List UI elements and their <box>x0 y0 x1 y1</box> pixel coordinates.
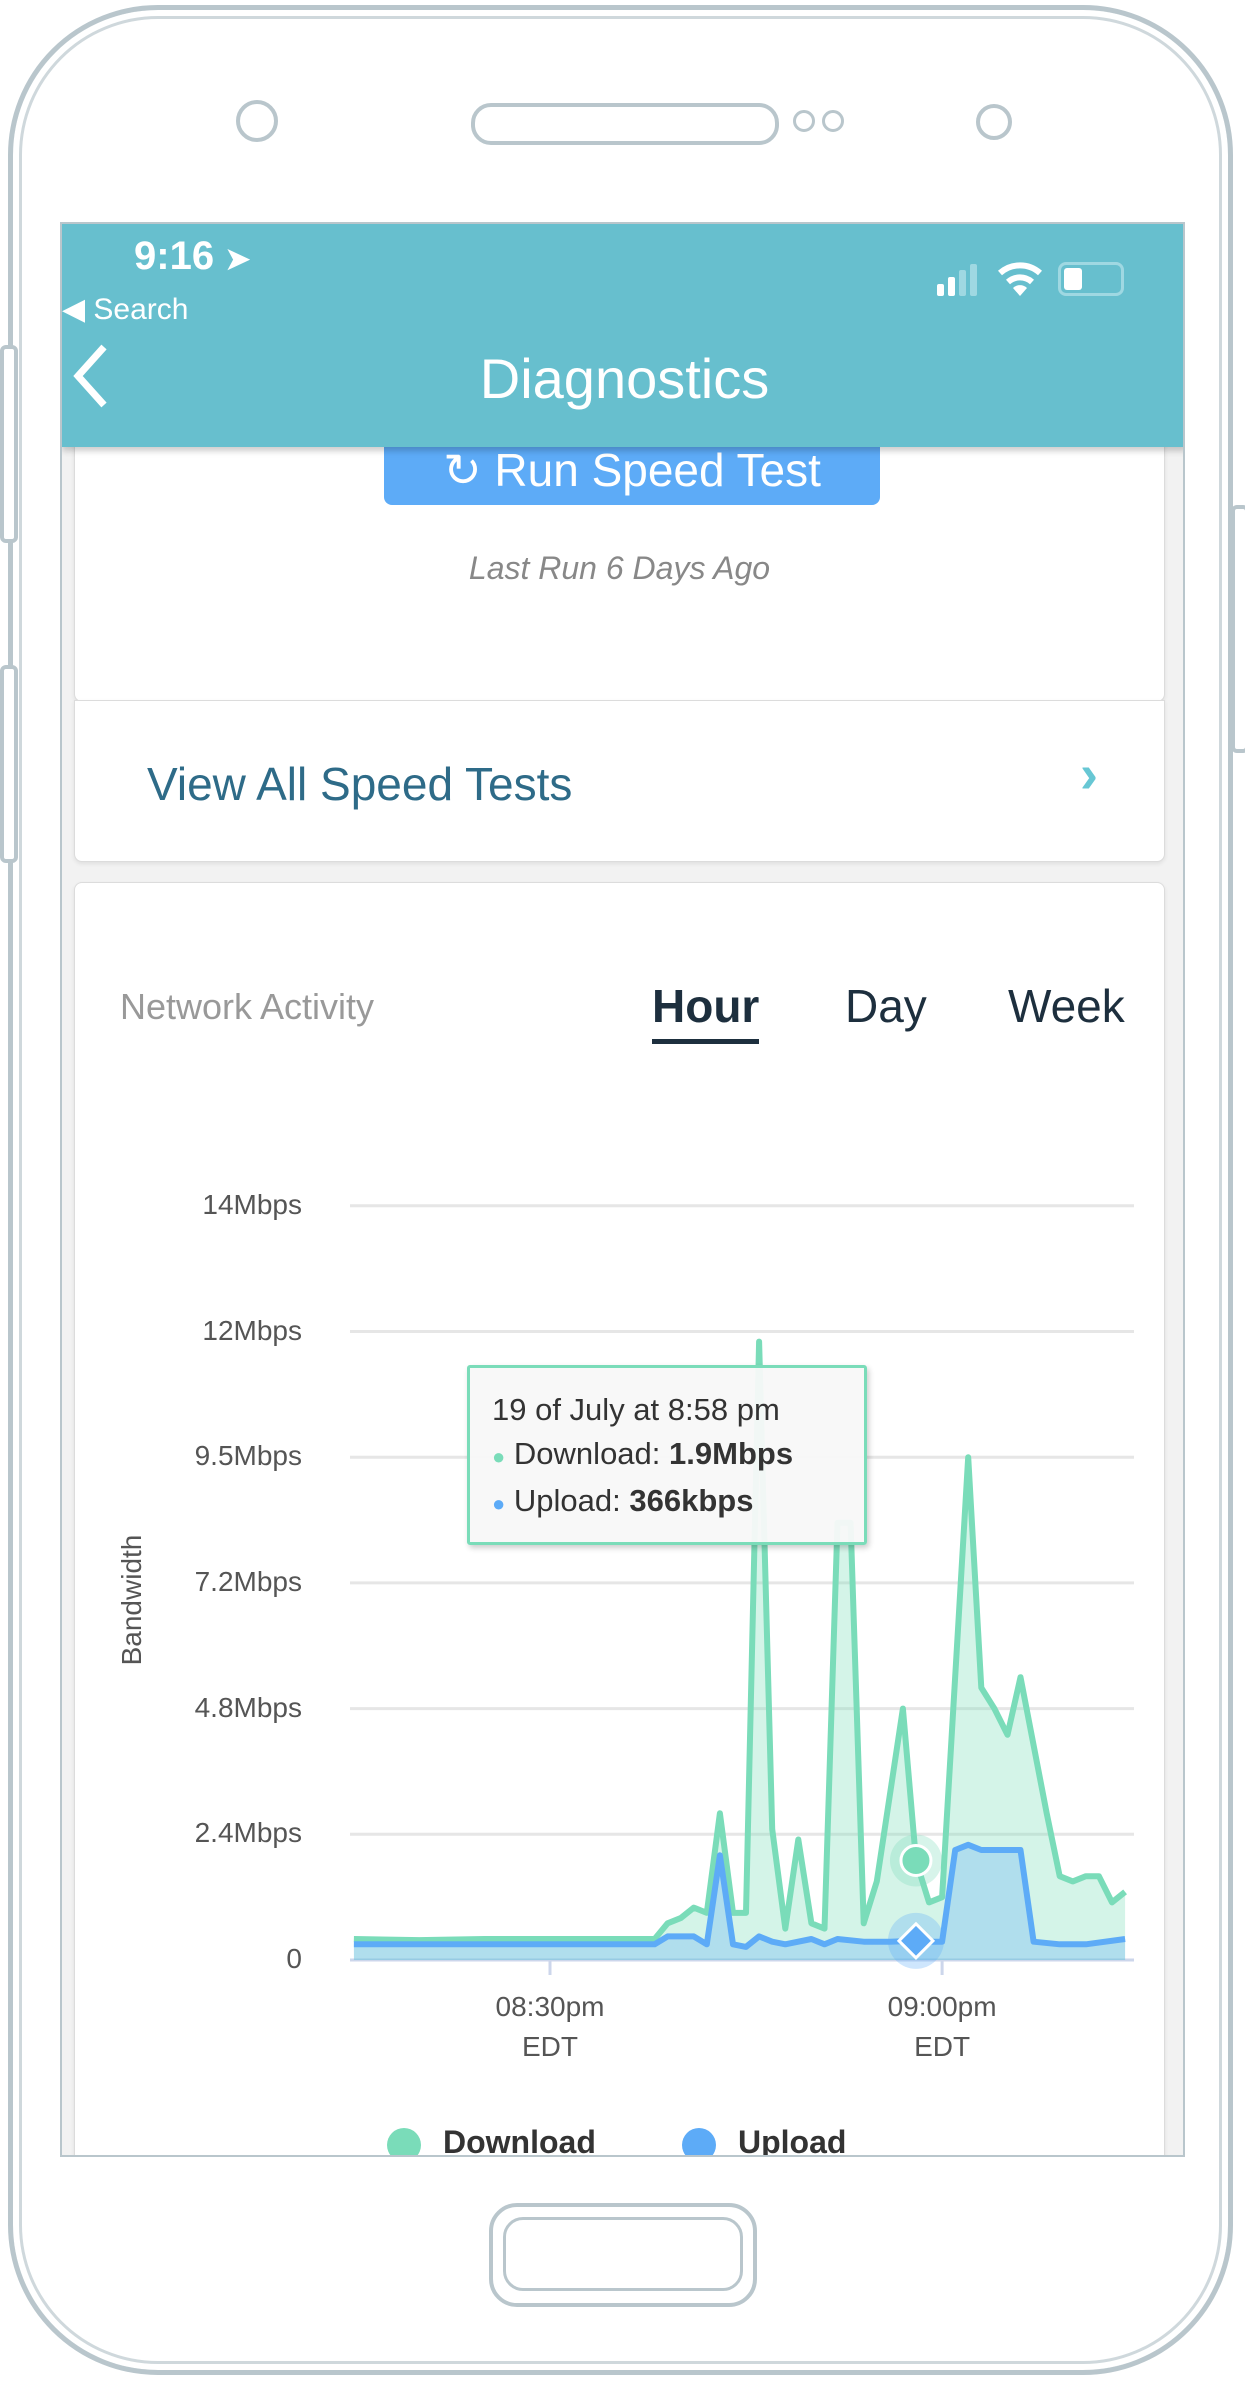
front-camera <box>236 100 278 142</box>
page-title: Diagnostics <box>479 347 770 410</box>
legend-dot <box>682 2127 716 2155</box>
app-header: 9:16 ➤ ◀ Search Diagnostics <box>62 224 1183 447</box>
speaker-grille <box>471 103 779 145</box>
tooltip-title: 19 of July at 8:58 pm <box>492 1392 780 1427</box>
sensor <box>793 110 815 132</box>
y-tick-label: 2.4Mbps <box>194 1817 302 1849</box>
legend-download[interactable]: Download <box>387 2124 596 2155</box>
proximity-sensor <box>976 104 1012 140</box>
status-time: 9:16 ➤ <box>134 234 251 278</box>
battery-icon <box>1058 262 1124 296</box>
y-tick-label: 14Mbps <box>202 1188 302 1220</box>
screen: ↻ Run Speed Test Last Run 6 Days Ago Vie… <box>60 222 1185 2157</box>
y-tick-label: 4.8Mbps <box>194 1691 302 1723</box>
volume-down-button <box>0 665 18 863</box>
location-arrow-icon: ➤ <box>225 243 251 276</box>
y-axis-label: Bandwidth <box>116 1534 147 1666</box>
wifi-icon <box>997 260 1043 308</box>
x-tick-label: 08:30pm EDT <box>495 1991 605 2062</box>
back-triangle-icon: ◀ <box>62 293 86 326</box>
download-marker <box>899 1843 933 1877</box>
x-tick-label: 09:00pm EDT <box>887 1991 997 2062</box>
home-button[interactable] <box>489 2203 757 2307</box>
legend-dot <box>387 2127 421 2155</box>
legend-upload[interactable]: Upload <box>682 2124 846 2155</box>
y-tick-label: 9.5Mbps <box>194 1440 302 1472</box>
y-tick-label: 12Mbps <box>202 1314 302 1346</box>
signal-icon <box>937 264 979 301</box>
chart-tooltip: 19 of July at 8:58 pm ● Download: 1.9Mbp… <box>467 1365 867 1545</box>
sensor <box>822 110 844 132</box>
y-tick-label: 7.2Mbps <box>194 1565 302 1597</box>
y-tick-label: 0 <box>286 1943 302 1974</box>
volume-up-button <box>0 345 18 543</box>
back-to-app-link[interactable]: ◀ Search <box>62 292 188 327</box>
power-button <box>1231 505 1245 753</box>
